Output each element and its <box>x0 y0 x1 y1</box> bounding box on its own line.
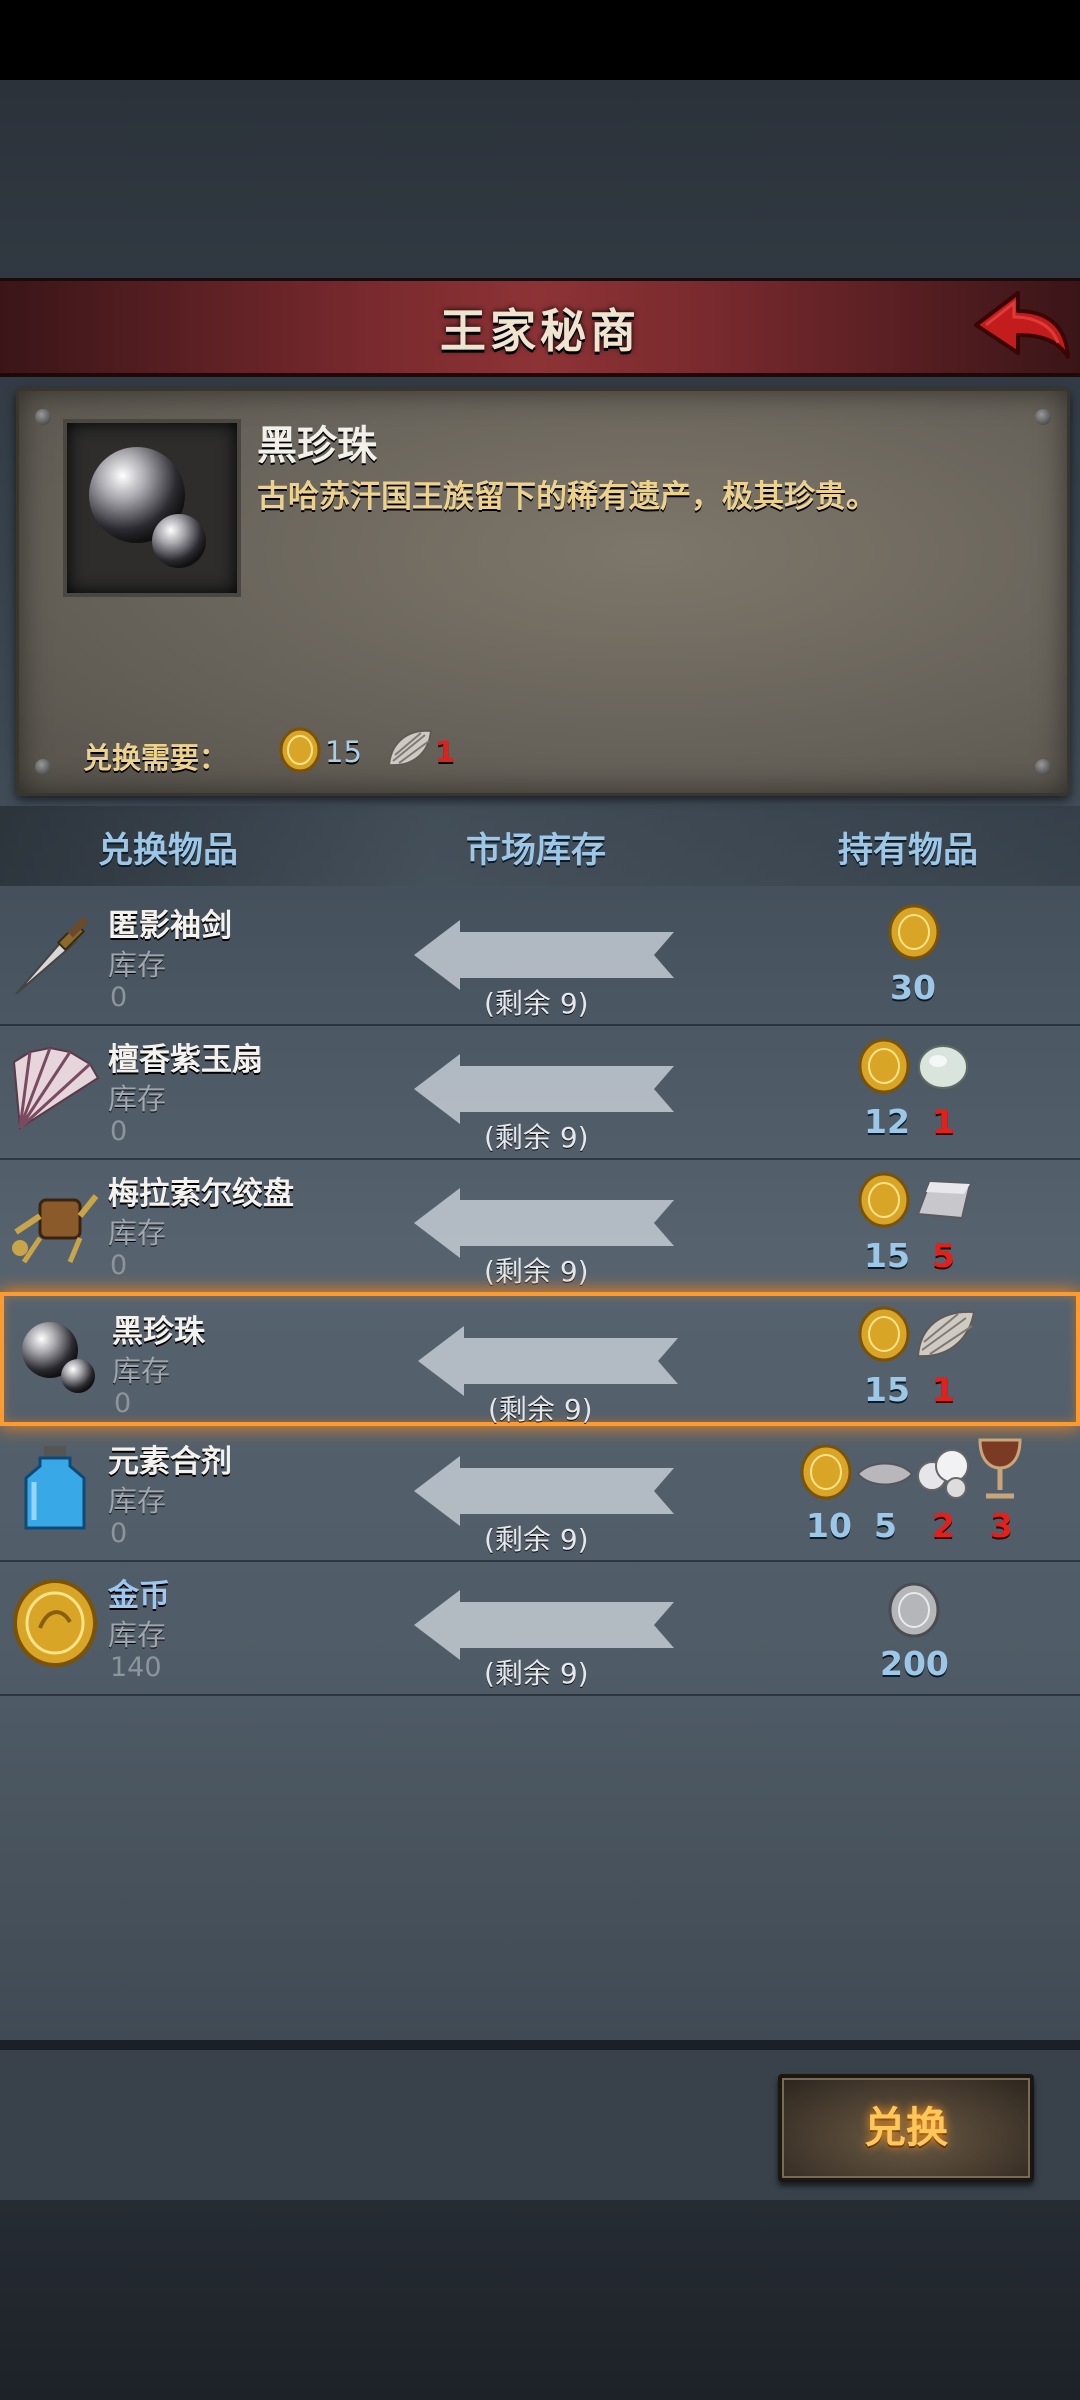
column-stock: 市场库存 <box>466 831 607 871</box>
row-stock-label: 库存 <box>108 1618 167 1652</box>
silver-coin-icon <box>888 1582 940 1638</box>
row-item-name: 黑珍珠 <box>112 1314 205 1350</box>
back-arrow-icon[interactable] <box>972 287 1072 369</box>
exchange-row[interactable]: 檀香紫玉扇 库存 0 (剩余 9) 12 1 <box>0 1024 1080 1160</box>
requirement-shell-value: 1 <box>435 735 456 769</box>
left-arrow-icon <box>418 1326 678 1396</box>
cost-value: 15 <box>864 1370 910 1409</box>
row-stock-label: 库存 <box>108 948 167 982</box>
winch-icon <box>10 1176 100 1266</box>
row-remaining: (剩余 9) <box>484 1657 589 1690</box>
left-arrow-icon <box>414 1456 674 1526</box>
row-stock-value: 0 <box>110 1250 128 1281</box>
row-remaining: (剩余 9) <box>488 1393 593 1426</box>
gold-coin-icon <box>279 727 321 777</box>
cost-value: 1 <box>932 1370 955 1409</box>
cost-value: 1 <box>932 1102 955 1141</box>
potion-bottle-icon <box>10 1444 100 1534</box>
divider <box>0 2040 1080 2050</box>
row-stock-value: 140 <box>110 1652 162 1683</box>
exchange-row-selected[interactable]: 黑珍珠 库存 0 (剩余 9) 15 1 <box>0 1292 1080 1426</box>
dagger-icon <box>10 908 100 998</box>
exchange-button[interactable]: 兑换 <box>778 2074 1034 2182</box>
column-item: 兑换物品 <box>98 831 239 871</box>
column-headers: 兑换物品 市场库存 持有物品 <box>0 806 1080 886</box>
row-remaining: (剩余 9) <box>484 987 589 1020</box>
column-owned: 持有物品 <box>838 831 979 871</box>
pearls-icon <box>917 1449 969 1499</box>
silver-boat-icon <box>856 1462 914 1486</box>
requirement-label: 兑换需要： <box>83 741 229 775</box>
status-bar <box>0 0 1080 80</box>
row-remaining: (剩余 9) <box>484 1121 589 1154</box>
left-arrow-icon <box>414 920 674 990</box>
row-stock-label: 库存 <box>108 1216 167 1250</box>
row-item-name: 梅拉索尔绞盘 <box>108 1176 294 1212</box>
rivet <box>1035 409 1051 425</box>
gold-coin-icon <box>858 1172 910 1228</box>
row-item-name: 金币 <box>108 1578 170 1614</box>
gold-coin-icon <box>888 904 940 960</box>
cost-value: 2 <box>932 1506 955 1545</box>
rivet <box>35 759 51 775</box>
item-detail-panel: 黑珍珠 古哈苏汗国王族留下的稀有遗产，极其珍贵。 兑换需要： 15 1 <box>16 388 1070 796</box>
row-stock-label: 库存 <box>108 1484 167 1518</box>
page-title: 王家秘商 <box>440 304 640 358</box>
gold-coin-icon <box>858 1038 910 1094</box>
gold-coin-icon <box>858 1306 910 1362</box>
row-item-name: 元素合剂 <box>108 1444 232 1480</box>
fan-icon <box>10 1042 100 1132</box>
cost-value: 10 <box>806 1506 852 1545</box>
row-stock-value: 0 <box>110 1518 128 1549</box>
requirement-coin-value: 15 <box>325 735 362 769</box>
row-stock-label: 库存 <box>112 1354 171 1388</box>
left-arrow-icon <box>414 1590 674 1660</box>
shell-icon <box>385 725 435 775</box>
gold-coin-icon <box>10 1578 100 1668</box>
background-bottom <box>0 2200 1080 2400</box>
cost-value: 15 <box>864 1236 910 1275</box>
left-arrow-icon <box>414 1054 674 1124</box>
row-stock-value: 0 <box>110 982 128 1013</box>
cost-value: 5 <box>874 1506 897 1545</box>
cost-value: 200 <box>880 1644 949 1683</box>
left-arrow-icon <box>414 1188 674 1258</box>
black-pearl-icon <box>14 1314 104 1404</box>
rivet <box>35 409 51 425</box>
header-bar: 王家秘商 <box>0 278 1080 377</box>
row-stock-value: 0 <box>110 1116 128 1147</box>
row-item-name: 檀香紫玉扇 <box>108 1042 263 1078</box>
gold-coin-icon <box>800 1444 852 1500</box>
jade-stone-icon <box>918 1045 968 1089</box>
cost-value: 5 <box>932 1236 955 1275</box>
silver-ingot-icon <box>916 1180 972 1220</box>
rivet <box>1035 759 1051 775</box>
exchange-row[interactable]: 匿影袖剑 库存 0 (剩余 9) 30 <box>0 890 1080 1026</box>
shell-icon <box>916 1310 976 1358</box>
row-stock-value: 0 <box>114 1388 132 1419</box>
exchange-row[interactable]: 金币 库存 140 (剩余 9) 200 <box>0 1560 1080 1696</box>
black-pearl-icon <box>89 447 206 568</box>
exchange-row[interactable]: 元素合剂 库存 0 (剩余 9) 10 5 2 3 <box>0 1426 1080 1562</box>
row-item-name: 匿影袖剑 <box>108 908 232 944</box>
chalice-icon <box>978 1438 1022 1499</box>
item-name: 黑珍珠 <box>257 423 377 469</box>
cost-value: 3 <box>990 1506 1013 1545</box>
cost-value: 12 <box>864 1102 910 1141</box>
item-image-frame <box>63 419 241 597</box>
exchange-row[interactable]: 梅拉索尔绞盘 库存 0 (剩余 9) 15 5 <box>0 1158 1080 1294</box>
row-remaining: (剩余 9) <box>484 1523 589 1556</box>
cost-value: 30 <box>890 968 936 1007</box>
row-remaining: (剩余 9) <box>484 1255 589 1288</box>
item-description: 古哈苏汗国王族留下的稀有遗产，极其珍贵。 <box>257 479 877 515</box>
row-stock-label: 库存 <box>108 1082 167 1116</box>
